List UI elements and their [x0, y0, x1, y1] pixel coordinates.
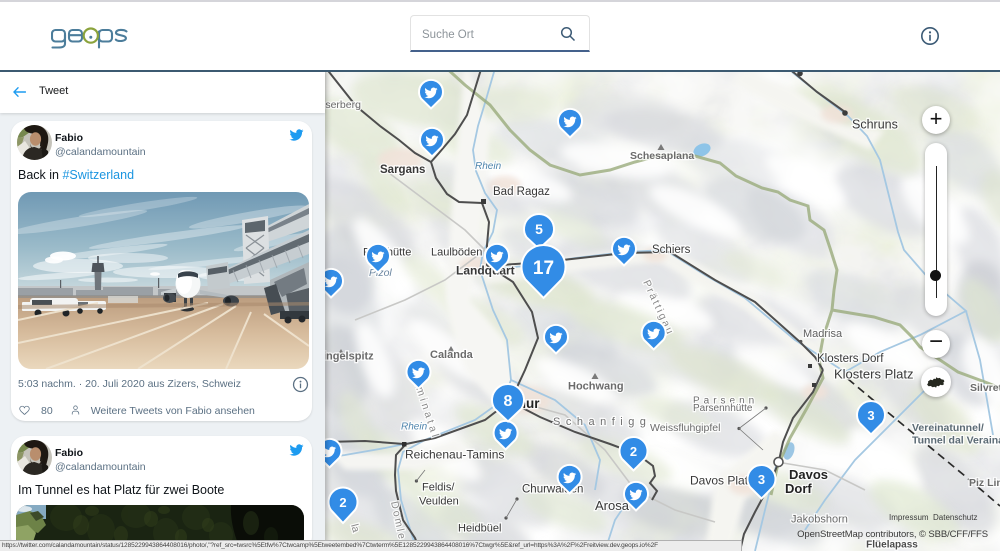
svg-text:Klosters Dorf: Klosters Dorf — [817, 353, 884, 365]
svg-text:Landquart: Landquart — [456, 264, 515, 278]
svg-text:Rhein: Rhein — [475, 161, 502, 172]
svg-text:Vereinatunnel/: Vereinatunnel/ — [912, 422, 984, 434]
svg-text:Davos Platz: Davos Platz — [690, 474, 754, 488]
svg-text:Madrisa: Madrisa — [803, 328, 843, 340]
svg-text:3: 3 — [867, 408, 874, 423]
svg-text:Piz Linard: Piz Linard — [969, 477, 1000, 489]
svg-text:Hochwang: Hochwang — [568, 381, 624, 393]
svg-text:Heidbüel: Heidbüel — [458, 523, 501, 535]
svg-text:17: 17 — [533, 258, 554, 279]
svg-text:Jakobshorn: Jakobshorn — [791, 514, 848, 526]
svg-text:8: 8 — [504, 393, 513, 410]
svg-text:Silvretta: Silvretta — [970, 382, 1000, 394]
svg-text:Davos: Davos — [789, 467, 828, 482]
svg-text:Laulböden: Laulböden — [431, 247, 482, 259]
svg-text:3: 3 — [758, 472, 765, 487]
svg-text:Weissfluhgipfel: Weissfluhgipfel — [650, 422, 720, 434]
svg-text:Ringelspitz: Ringelspitz — [325, 351, 374, 363]
svg-text:Bad Ragaz: Bad Ragaz — [493, 186, 550, 198]
svg-text:Dorf: Dorf — [785, 481, 812, 496]
svg-text:Schiers: Schiers — [652, 244, 691, 256]
svg-text:Schruns: Schruns — [852, 118, 898, 132]
svg-text:Rhein: Rhein — [401, 422, 428, 433]
svg-text:Klosters Platz: Klosters Platz — [834, 367, 913, 382]
svg-text:Sargans: Sargans — [380, 164, 425, 176]
svg-text:Calanda: Calanda — [430, 349, 474, 361]
svg-text:Flumserberg: Flumserberg — [325, 99, 361, 111]
svg-text:Parsennhütte: Parsennhütte — [693, 403, 753, 414]
svg-text:2: 2 — [630, 444, 637, 459]
svg-text:Feldis/: Feldis/ — [422, 482, 455, 494]
svg-text:Schanfigg: Schanfigg — [553, 416, 651, 428]
svg-text:Tunnel dal Veraina: Tunnel dal Veraina — [912, 435, 1000, 447]
svg-text:Schesaplana: Schesaplana — [630, 150, 694, 162]
svg-text:Arosa: Arosa — [595, 498, 630, 513]
svg-text:5: 5 — [535, 221, 543, 237]
svg-text:Flüelapass: Flüelapass — [866, 540, 918, 551]
svg-text:Veulden: Veulden — [419, 496, 459, 508]
svg-text:2: 2 — [339, 495, 346, 510]
svg-text:Reichenau-Tamins: Reichenau-Tamins — [405, 448, 504, 462]
